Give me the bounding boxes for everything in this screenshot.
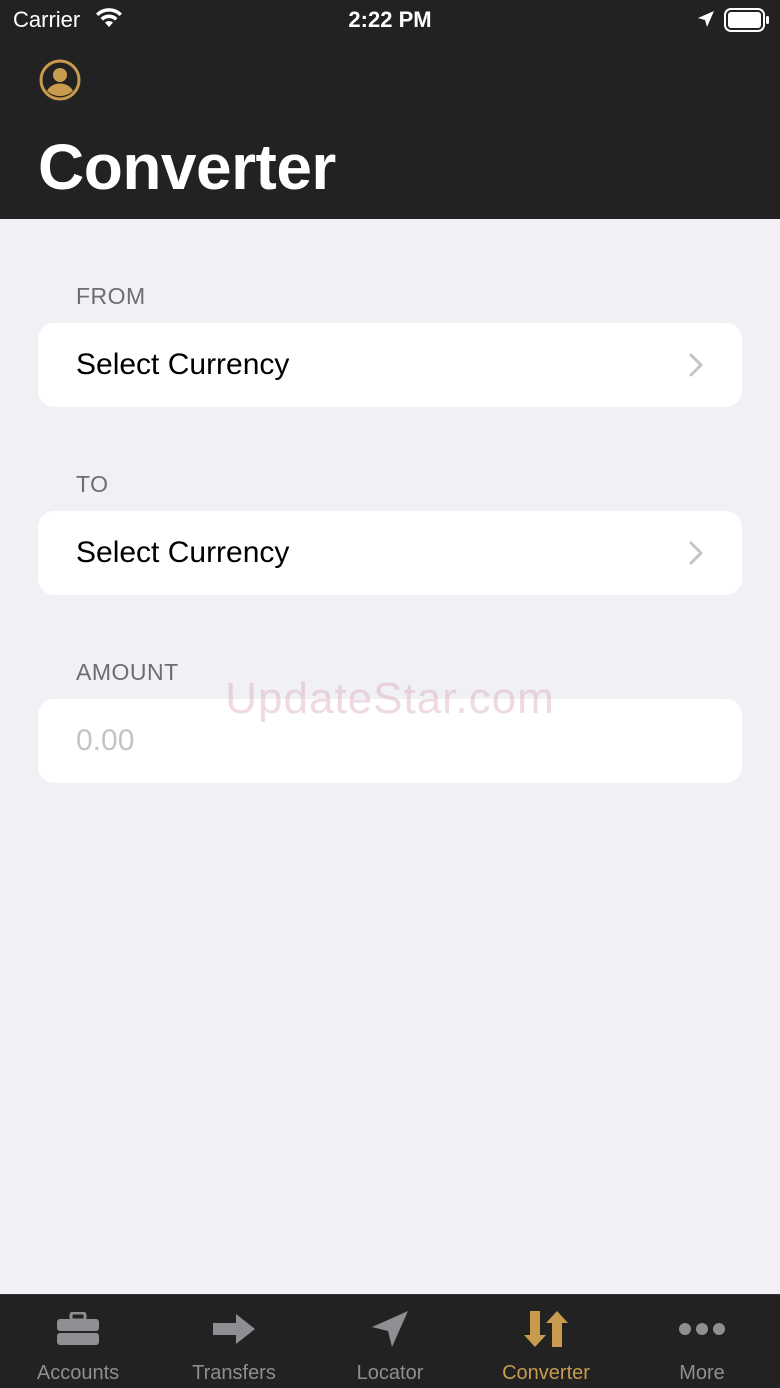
to-currency-value: Select Currency [76,536,290,569]
tab-accounts[interactable]: Accounts [0,1295,156,1388]
watermark: UpdateStar.com [225,674,555,723]
page-title: Converter [38,131,336,203]
chevron-right-icon [688,352,704,383]
from-currency-value: Select Currency [76,348,290,381]
tab-more[interactable]: More [624,1295,780,1388]
swap-arrows-icon [468,1309,624,1349]
header: Carrier 2:22 PM Converter [0,0,780,219]
status-bar: Carrier 2:22 PM [0,0,780,40]
to-label: TO [76,471,109,497]
more-dots-icon [624,1309,780,1349]
to-currency-selector[interactable]: Select Currency [38,511,742,595]
tab-bar: Accounts Transfers Locator Converter Mor… [0,1294,780,1388]
tab-transfers[interactable]: Transfers [156,1295,312,1388]
tab-converter[interactable]: Converter [468,1295,624,1388]
battery-icon [724,8,770,37]
tab-locator[interactable]: Locator [312,1295,468,1388]
profile-icon[interactable] [38,58,82,102]
from-currency-selector[interactable]: Select Currency [38,323,742,407]
tab-label: Accounts [36,1362,120,1384]
tab-label: Converter [502,1362,590,1384]
from-label: FROM [76,283,146,309]
chevron-right-icon [688,540,704,571]
status-time: 2:22 PM [348,7,432,32]
location-services-icon [696,9,716,34]
amount-placeholder: 0.00 [76,724,135,757]
briefcase-icon [0,1309,156,1349]
location-arrow-icon [312,1309,468,1349]
tab-label: More [679,1362,725,1384]
tab-label: Transfers [192,1362,276,1384]
tab-label: Locator [356,1362,424,1384]
arrow-right-icon [156,1309,312,1349]
